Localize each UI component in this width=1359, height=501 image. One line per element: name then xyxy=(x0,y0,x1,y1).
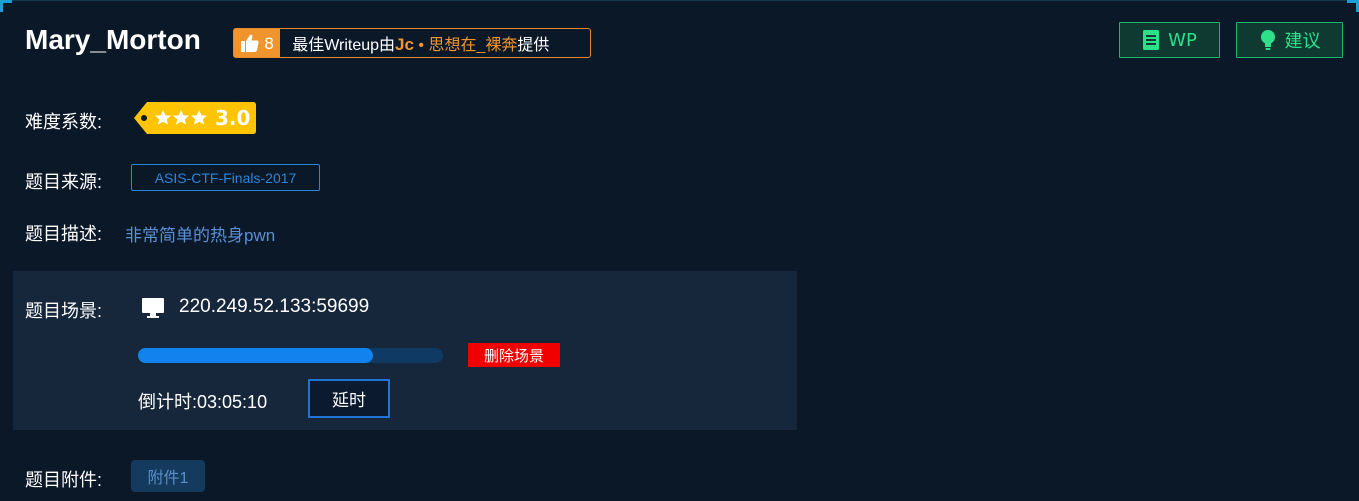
top-border xyxy=(0,0,1359,1)
writeup-suffix: 提供 xyxy=(517,37,550,54)
writeup-author[interactable]: Jc xyxy=(395,35,414,54)
scene-progress-fill xyxy=(138,348,373,363)
best-writeup-badge[interactable]: 8 最佳Writeup由Jc • 思想在_裸奔提供 xyxy=(233,28,591,58)
scene-address[interactable]: 220.249.52.133:59699 xyxy=(179,296,369,318)
corner-decoration-left xyxy=(0,0,12,12)
advice-button-label: 建议 xyxy=(1284,31,1321,52)
difficulty-tag: 3.0 xyxy=(133,101,257,135)
document-icon xyxy=(1143,30,1160,50)
difficulty-score: 3.0 xyxy=(215,106,251,130)
extend-time-button[interactable]: 延时 xyxy=(308,379,390,418)
wp-button[interactable]: WP xyxy=(1119,22,1220,58)
advice-button[interactable]: 建议 xyxy=(1236,22,1343,58)
like-count: 8 xyxy=(264,33,275,53)
attachment-label: 题目附件: xyxy=(25,470,103,490)
attachment-download-button[interactable]: 附件1 xyxy=(131,460,205,492)
writeup-team[interactable]: 思想在_裸奔 xyxy=(428,37,517,54)
description-text: 非常简单的热身pwn xyxy=(125,226,276,245)
countdown-label: 倒计时: xyxy=(138,392,198,412)
challenge-title: Mary_Morton xyxy=(25,24,201,55)
delete-scene-button[interactable]: 删除场景 xyxy=(468,343,560,367)
countdown-value: 03:05:10 xyxy=(197,392,268,412)
like-counter[interactable]: 8 xyxy=(234,29,281,57)
writeup-prefix: 最佳Writeup由 xyxy=(292,37,396,54)
thumbs-up-icon xyxy=(241,34,259,52)
scene-panel: 题目场景: 220.249.52.133:59699 删除场景 倒计时:03:0… xyxy=(13,271,797,430)
difficulty-label: 难度系数: xyxy=(25,112,103,132)
lightbulb-icon xyxy=(1260,30,1275,50)
source-tag[interactable]: ASIS-CTF-Finals-2017 xyxy=(131,164,320,191)
countdown: 倒计时:03:05:10 xyxy=(138,388,267,414)
corner-decoration-right xyxy=(1347,0,1359,12)
writeup-credit: 最佳Writeup由Jc • 思想在_裸奔提供 xyxy=(280,31,549,55)
source-label: 题目来源: xyxy=(25,172,103,192)
scene-label: 题目场景: xyxy=(25,301,103,321)
scene-progress-bar xyxy=(138,348,443,363)
writeup-separator: • xyxy=(418,37,425,54)
monitor-icon xyxy=(142,298,164,318)
wp-button-label: WP xyxy=(1168,29,1197,51)
description-label: 题目描述: xyxy=(25,224,103,244)
